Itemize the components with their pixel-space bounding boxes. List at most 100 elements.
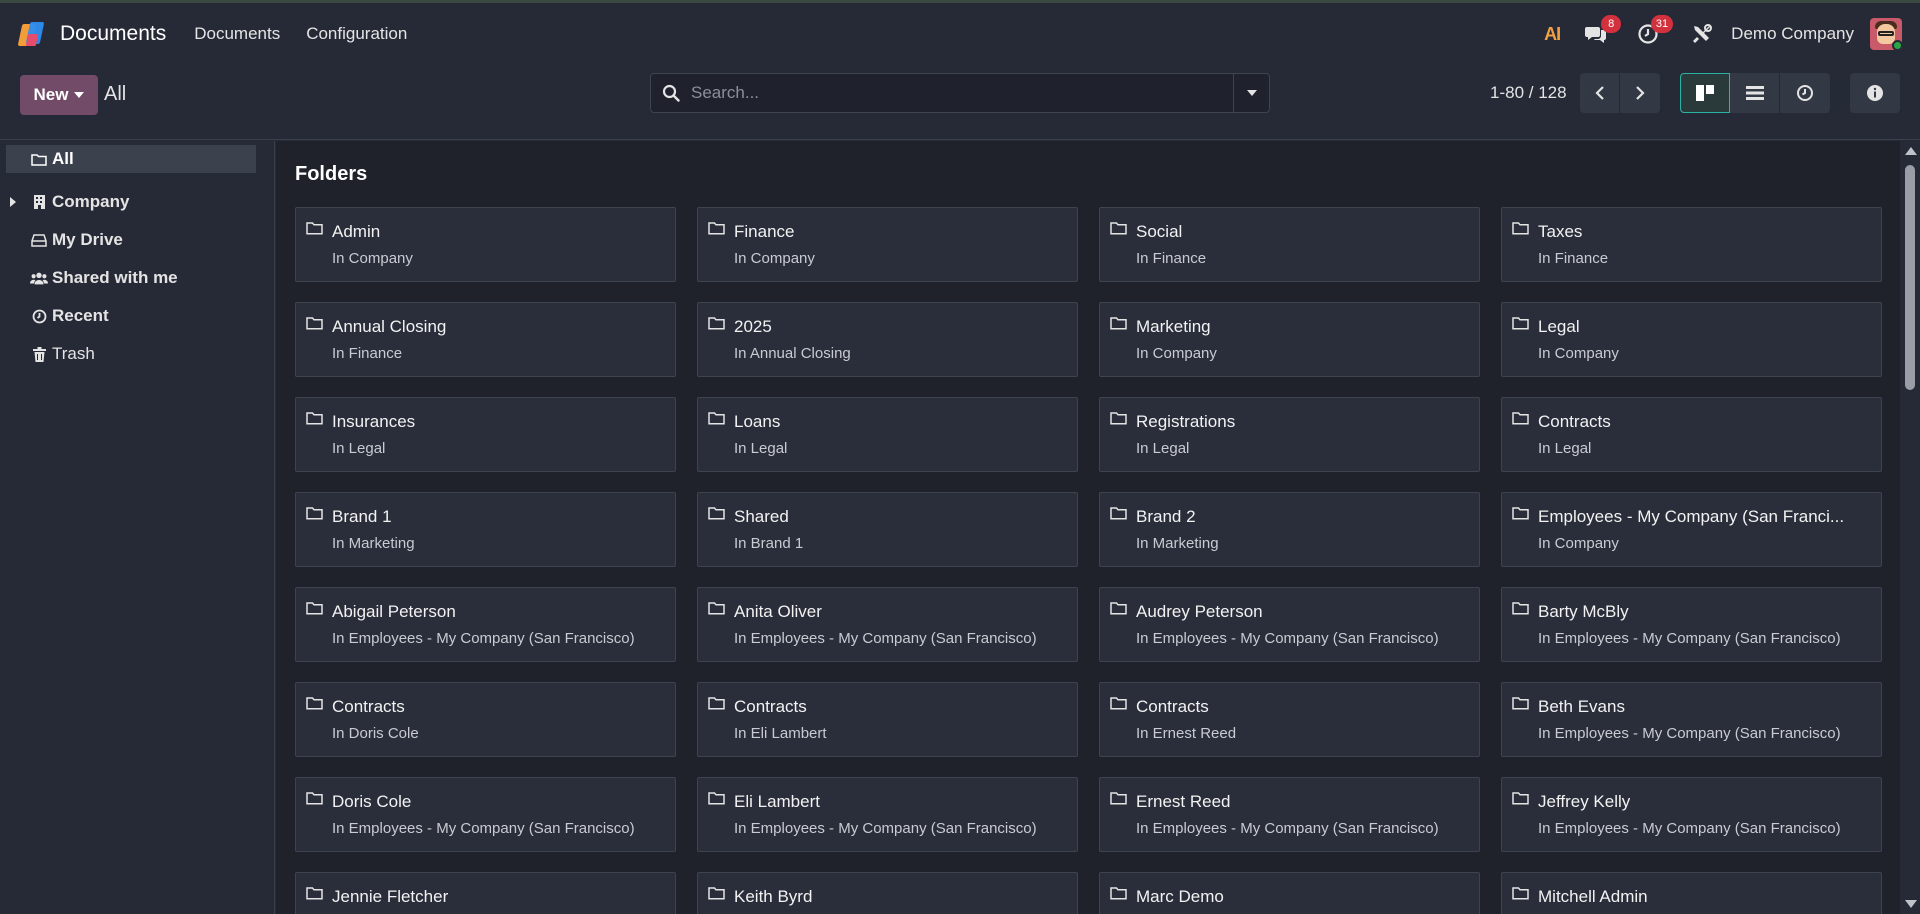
pager-next-button[interactable] xyxy=(1620,73,1660,113)
pager-previous-button[interactable] xyxy=(1580,73,1620,113)
folder-name: Audrey Peterson xyxy=(1136,602,1263,621)
folder-card[interactable]: Jeffrey Kelly In Employees - My Company (… xyxy=(1501,777,1882,852)
folder-card[interactable]: Keith Byrd xyxy=(697,872,1078,914)
folder-card[interactable]: Marc Demo xyxy=(1099,872,1480,914)
folder-location: In Legal xyxy=(734,440,788,457)
tools-icon[interactable] xyxy=(1687,19,1717,49)
documents-app-logo-icon[interactable] xyxy=(17,20,46,48)
sidebar-item-trash[interactable]: Trash xyxy=(0,335,274,373)
folder-location: In Employees - My Company (San Francisco… xyxy=(1136,630,1439,647)
folder-card[interactable]: Beth Evans In Employees - My Company (San… xyxy=(1501,682,1882,757)
folder-card[interactable]: Loans In Legal xyxy=(697,397,1078,472)
folder-card[interactable]: Contracts In Eli Lambert xyxy=(697,682,1078,757)
folder-card[interactable]: Jennie Fletcher xyxy=(295,872,676,914)
folder-icon xyxy=(1110,411,1127,430)
folder-card[interactable]: Contracts In Ernest Reed xyxy=(1099,682,1480,757)
folder-location: In Company xyxy=(734,250,815,267)
kanban-view-button[interactable] xyxy=(1680,73,1730,113)
building-icon xyxy=(30,194,48,210)
app-name[interactable]: Documents xyxy=(60,22,166,46)
chevron-left-icon xyxy=(1594,86,1604,100)
folder-name: Anita Oliver xyxy=(734,602,822,621)
folder-icon xyxy=(1512,506,1529,525)
folder-name: Registrations xyxy=(1136,412,1236,431)
sidebar-item-recent[interactable]: Recent xyxy=(0,297,274,335)
caret-right-icon[interactable] xyxy=(10,197,16,207)
folder-icon xyxy=(306,696,323,715)
sidebar-item-company[interactable]: Company xyxy=(0,183,274,221)
folder-icon xyxy=(708,316,725,335)
menu-documents[interactable]: Documents xyxy=(194,24,280,44)
folder-location: In Legal xyxy=(1136,440,1190,457)
ai-assistant-icon[interactable]: AI xyxy=(1537,19,1567,49)
folder-card[interactable]: Taxes In Finance xyxy=(1501,207,1882,282)
scrollbar-thumb[interactable] xyxy=(1905,165,1915,390)
folder-card[interactable]: Contracts In Legal xyxy=(1501,397,1882,472)
search-options-toggle[interactable] xyxy=(1233,74,1269,112)
folder-card[interactable]: Marketing In Company xyxy=(1099,302,1480,377)
chevron-right-icon xyxy=(1636,86,1645,100)
folder-card[interactable]: Barty McBly In Employees - My Company (Sa… xyxy=(1501,587,1882,662)
folder-card[interactable]: Legal In Company xyxy=(1501,302,1882,377)
menu-configuration[interactable]: Configuration xyxy=(306,24,407,44)
clock-icon xyxy=(30,309,48,324)
folder-card[interactable]: Doris Cole In Employees - My Company (San… xyxy=(295,777,676,852)
folder-card[interactable]: Eli Lambert In Employees - My Company (Sa… xyxy=(697,777,1078,852)
activities-icon[interactable]: 31 xyxy=(1633,15,1674,49)
folder-location: In Finance xyxy=(1136,250,1207,267)
folder-icon xyxy=(306,506,323,525)
main-scrollbar[interactable] xyxy=(1900,141,1920,914)
folder-card[interactable]: Audrey Peterson In Employees - My Company… xyxy=(1099,587,1480,662)
folder-card[interactable]: Ernest Reed In Employees - My Company (Sa… xyxy=(1099,777,1480,852)
user-avatar[interactable] xyxy=(1870,18,1902,50)
search-icon xyxy=(651,84,691,102)
breadcrumb: All xyxy=(104,83,127,105)
activity-view-button[interactable] xyxy=(1780,73,1830,113)
folder-card[interactable]: Shared In Brand 1 xyxy=(697,492,1078,567)
scroll-down-icon[interactable] xyxy=(1905,900,1917,908)
caret-down-icon xyxy=(1246,90,1257,96)
folder-card[interactable]: Insurances In Legal xyxy=(295,397,676,472)
folder-card[interactable]: Registrations In Legal xyxy=(1099,397,1480,472)
folder-card[interactable]: Finance In Company xyxy=(697,207,1078,282)
folder-location: In Employees - My Company (San Francisco… xyxy=(1538,820,1841,837)
folder-card[interactable]: Social In Finance xyxy=(1099,207,1480,282)
folder-location: In Finance xyxy=(1538,250,1609,267)
folder-name: Brand 2 xyxy=(1136,507,1196,526)
sidebar-item-my-drive[interactable]: My Drive xyxy=(0,221,274,259)
folder-card[interactable]: Employees - My Company (San Franci... In … xyxy=(1501,492,1882,567)
folder-location: In Employees - My Company (San Francisco… xyxy=(1538,725,1841,742)
folder-card[interactable]: Abigail Peterson In Employees - My Compan… xyxy=(295,587,676,662)
folder-card[interactable]: Contracts In Doris Cole xyxy=(295,682,676,757)
folder-card[interactable]: Admin In Company xyxy=(295,207,676,282)
new-button[interactable]: New xyxy=(20,75,98,115)
details-panel-button[interactable] xyxy=(1850,73,1900,113)
search-input[interactable] xyxy=(691,83,1233,103)
folder-name: Loans xyxy=(734,412,781,431)
folder-icon xyxy=(306,886,323,905)
scroll-up-icon[interactable] xyxy=(1905,147,1917,155)
company-switcher[interactable]: Demo Company xyxy=(1731,24,1854,44)
folder-card[interactable]: Anita Oliver In Employees - My Company (S… xyxy=(697,587,1078,662)
messages-icon[interactable]: 8 xyxy=(1581,15,1622,49)
folder-name: Barty McBly xyxy=(1538,602,1629,621)
activities-count-badge: 31 xyxy=(1650,15,1674,33)
folder-card[interactable]: 2025 In Annual Closing xyxy=(697,302,1078,377)
list-view-button[interactable] xyxy=(1730,73,1780,113)
folder-icon xyxy=(306,601,323,620)
folder-location: In Company xyxy=(1538,535,1619,552)
folder-card[interactable]: Brand 2 In Marketing xyxy=(1099,492,1480,567)
folder-icon xyxy=(1110,696,1127,715)
sidebar-item-shared-with-me[interactable]: Shared with me xyxy=(0,259,274,297)
folder-icon xyxy=(1512,411,1529,430)
folder-card[interactable]: Brand 1 In Marketing xyxy=(295,492,676,567)
folder-icon xyxy=(1110,886,1127,905)
folder-card[interactable]: Annual Closing In Finance xyxy=(295,302,676,377)
folder-location: In Employees - My Company (San Francisco… xyxy=(734,630,1037,647)
sidebar-item-all[interactable]: All xyxy=(6,145,256,173)
clock-icon xyxy=(1797,85,1813,101)
wrench-screwdriver-icon xyxy=(1693,24,1713,43)
folder-name: Marc Demo xyxy=(1136,887,1224,906)
folder-card[interactable]: Mitchell Admin xyxy=(1501,872,1882,914)
pager-value[interactable]: 1-80 / 128 xyxy=(1490,83,1567,103)
